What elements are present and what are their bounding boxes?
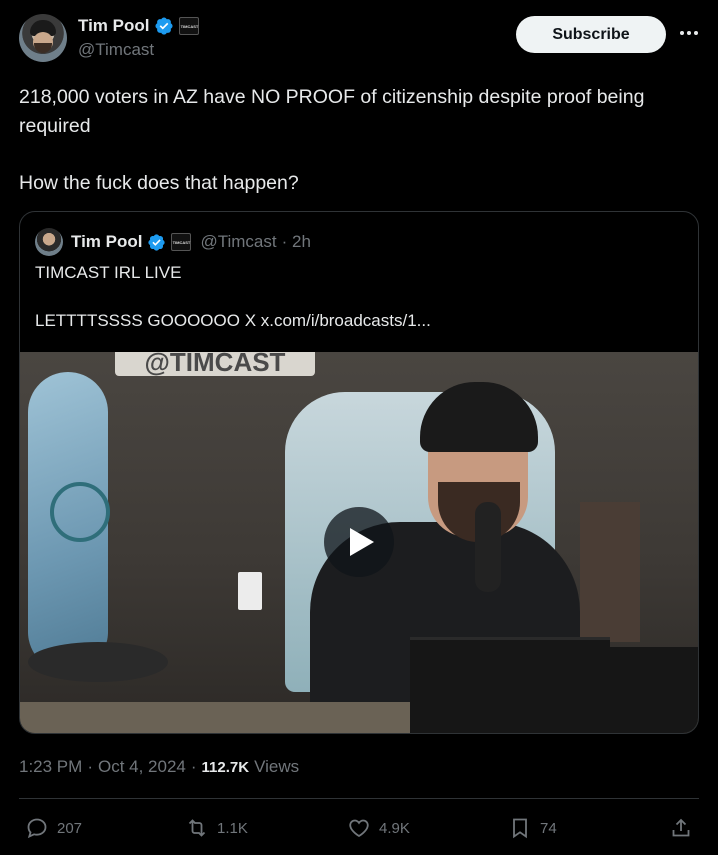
quoted-text-line: LETTTTSSSS GOOOOOO X x.com/i/broadcasts/… — [35, 311, 431, 330]
views-count: 112.7K — [201, 759, 250, 776]
verified-badge-icon — [148, 233, 166, 251]
bookmark-count: 74 — [540, 819, 557, 837]
quoted-author-avatar — [35, 228, 63, 256]
quoted-author-handle: @Timcast — [200, 232, 277, 251]
divider — [19, 798, 699, 799]
bookmark-button[interactable]: 74 — [508, 808, 557, 848]
like-button[interactable]: 4.9K — [347, 808, 410, 848]
tweet-text-line: How the fuck does that happen? — [19, 172, 299, 194]
tweet-text-line: 218,000 voters in AZ have NO PROOF of ci… — [19, 86, 645, 137]
more-horizontal-icon[interactable] — [679, 24, 699, 42]
reply-button[interactable]: 207 — [25, 808, 82, 848]
tweet-text: 218,000 voters in AZ have NO PROOF of ci… — [19, 83, 699, 198]
action-bar: 207 1.1K 4.9K 74 — [19, 808, 699, 848]
media-monitor — [410, 637, 610, 733]
quoted-tweet-header: Tim Pool TIMCAST @Timcast · 2h — [35, 228, 311, 256]
share-button[interactable] — [669, 808, 693, 848]
bookmark-icon — [513, 818, 527, 839]
share-icon — [672, 818, 690, 837]
author-display-name[interactable]: Tim Pool — [78, 16, 149, 36]
heart-icon — [349, 819, 369, 838]
tweet-time[interactable]: 1:23 PM — [19, 757, 82, 777]
affiliate-badge: TIMCAST — [171, 233, 192, 251]
quoted-tweet[interactable]: Tim Pool TIMCAST @Timcast · 2h TIMCAST I… — [19, 211, 699, 734]
tweet-meta: 1:23 PM · Oct 4, 2024 · 112.7K Views — [19, 757, 299, 777]
media-monitor — [610, 647, 698, 733]
views-label: Views — [254, 757, 300, 776]
media-skateboard — [28, 372, 110, 672]
author-name-row: Tim Pool TIMCAST — [78, 16, 200, 36]
quoted-author-name: Tim Pool — [71, 232, 143, 251]
affiliate-badge[interactable]: TIMCAST — [179, 17, 200, 35]
repost-button[interactable]: 1.1K — [185, 808, 248, 848]
repost-count: 1.1K — [217, 819, 248, 837]
tweet-date[interactable]: Oct 4, 2024 — [98, 757, 186, 777]
play-icon[interactable] — [324, 507, 394, 577]
reply-icon — [27, 818, 47, 839]
subscribe-button[interactable]: Subscribe — [516, 16, 666, 53]
author-handle[interactable]: @Timcast — [78, 40, 154, 60]
repost-icon — [188, 819, 206, 837]
tweet-header: Tim Pool TIMCAST @Timcast Subscribe — [19, 14, 699, 64]
author-avatar[interactable] — [19, 14, 67, 62]
video-media[interactable]: @TIMCAST — [20, 352, 698, 733]
media-sign: @TIMCAST — [115, 352, 315, 377]
reply-count: 207 — [57, 819, 83, 837]
like-count: 4.9K — [379, 819, 410, 837]
meta-separator: · — [190, 757, 197, 776]
meta-separator: · — [87, 757, 93, 776]
quoted-text-line: TIMCAST IRL LIVE — [35, 263, 182, 282]
media-microphone — [475, 502, 501, 592]
quoted-time: · 2h — [281, 232, 311, 251]
verified-badge-icon[interactable] — [154, 16, 174, 36]
